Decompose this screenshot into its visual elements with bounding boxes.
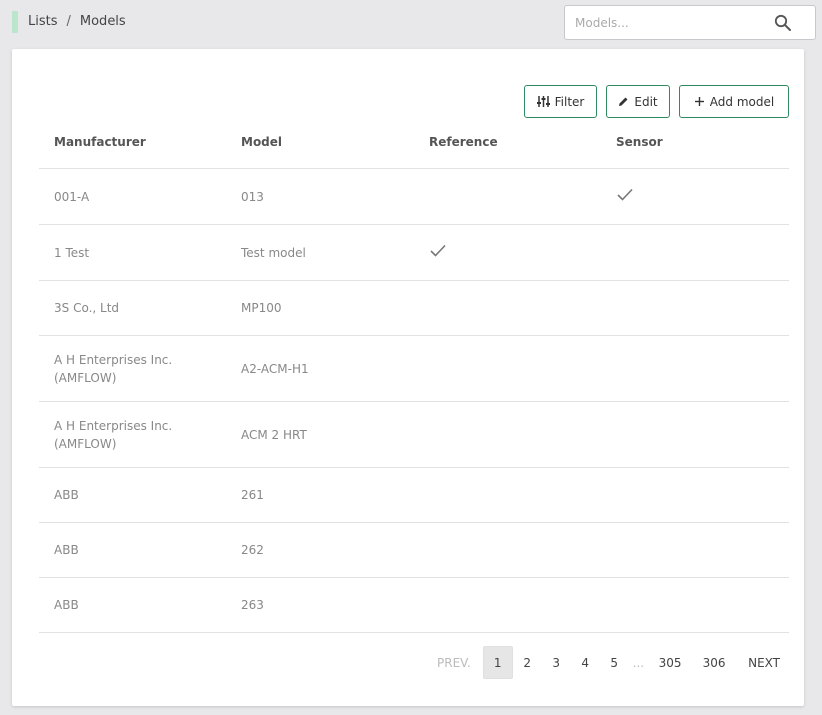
cell-model: 262 bbox=[241, 543, 264, 557]
cell-manufacturer: 3S Co., Ltd bbox=[54, 301, 120, 315]
page-button-4[interactable]: 4 bbox=[571, 646, 600, 679]
cell-model: A2-ACM-H1 bbox=[241, 361, 309, 376]
cell-manufacturer: 001-A bbox=[54, 189, 90, 204]
table-row[interactable]: 1 Test Test model bbox=[39, 225, 789, 281]
cell-manufacturer: A H Enterprises Inc. (AMFLOW) bbox=[54, 352, 173, 385]
cell-manufacturer: ABB bbox=[54, 598, 79, 612]
search-input[interactable] bbox=[575, 14, 765, 32]
search-icon[interactable] bbox=[774, 14, 792, 32]
search-box bbox=[564, 5, 816, 40]
page-button-305[interactable]: 305 bbox=[648, 646, 692, 679]
table-row[interactable]: 3S Co., Ltd MP100 bbox=[39, 281, 789, 336]
table-body: 001-A 013 1 Test Test model 3S Co., Ltd MP100… bbox=[39, 169, 789, 633]
pagination-ellipsis: ... bbox=[632, 655, 645, 670]
models-card: Filter Edit Add model Manufacturer Model… bbox=[12, 49, 804, 706]
table-header: Manufacturer Model Reference Sensor bbox=[39, 123, 789, 169]
next-page-button[interactable]: NEXT bbox=[736, 646, 792, 679]
filter-button[interactable]: Filter bbox=[524, 85, 597, 118]
edit-button-label: Edit bbox=[634, 94, 658, 109]
cell-model: Test model bbox=[241, 245, 306, 260]
cell-manufacturer: ABB bbox=[54, 488, 79, 502]
table-row[interactable]: 001-A 013 bbox=[39, 169, 789, 225]
pagination: PREV. 1 2 3 4 5 ... 305 306 NEXT bbox=[427, 646, 792, 679]
column-header-sensor[interactable]: Sensor bbox=[616, 135, 663, 149]
edit-button[interactable]: Edit bbox=[606, 85, 670, 118]
checkmark-icon bbox=[617, 188, 633, 201]
cell-manufacturer: ABB bbox=[54, 543, 79, 557]
checkmark-icon bbox=[430, 244, 446, 257]
page-button-3[interactable]: 3 bbox=[542, 646, 571, 679]
cell-model: MP100 bbox=[241, 301, 282, 315]
cell-sensor bbox=[616, 187, 634, 206]
page-button-5[interactable]: 5 bbox=[600, 646, 629, 679]
cell-model: 263 bbox=[241, 598, 264, 612]
cell-model: ACM 2 HRT bbox=[241, 427, 307, 442]
table-row[interactable]: ABB 261 bbox=[39, 468, 789, 523]
prev-page-button[interactable]: PREV. bbox=[427, 646, 483, 679]
filter-button-label: Filter bbox=[554, 94, 585, 109]
table-row[interactable]: A H Enterprises Inc. (AMFLOW) ACM 2 HRT bbox=[39, 402, 789, 468]
breadcrumb-lists[interactable]: Lists bbox=[28, 14, 58, 29]
breadcrumb-separator: / bbox=[66, 14, 71, 29]
column-header-reference[interactable]: Reference bbox=[429, 135, 498, 149]
cell-reference bbox=[429, 243, 447, 262]
cell-model: 013 bbox=[241, 189, 264, 204]
column-header-manufacturer[interactable]: Manufacturer bbox=[54, 135, 146, 149]
table-row[interactable]: A H Enterprises Inc. (AMFLOW) A2-ACM-H1 bbox=[39, 336, 789, 402]
pencil-icon bbox=[619, 97, 628, 106]
accent-bar bbox=[12, 11, 18, 33]
breadcrumb-current: Models bbox=[79, 14, 126, 29]
filter-sliders-icon bbox=[536, 96, 550, 107]
column-header-model[interactable]: Model bbox=[241, 135, 282, 149]
table-row[interactable]: ABB 262 bbox=[39, 523, 789, 578]
cell-model: 261 bbox=[241, 488, 264, 502]
add-model-button-label: Add model bbox=[709, 94, 775, 109]
page-button-306[interactable]: 306 bbox=[692, 646, 736, 679]
cell-manufacturer: 1 Test bbox=[54, 245, 90, 260]
cell-manufacturer: A H Enterprises Inc. (AMFLOW) bbox=[54, 418, 173, 451]
breadcrumb: Lists / Models bbox=[28, 14, 126, 29]
models-table: Manufacturer Model Reference Sensor 001-… bbox=[39, 123, 789, 633]
page-button-1[interactable]: 1 bbox=[482, 646, 513, 679]
table-row[interactable]: ABB 263 bbox=[39, 578, 789, 633]
page-button-2[interactable]: 2 bbox=[513, 646, 542, 679]
add-model-button[interactable]: Add model bbox=[679, 85, 789, 118]
plus-icon bbox=[694, 97, 704, 106]
top-bar: Lists / Models bbox=[0, 0, 822, 46]
